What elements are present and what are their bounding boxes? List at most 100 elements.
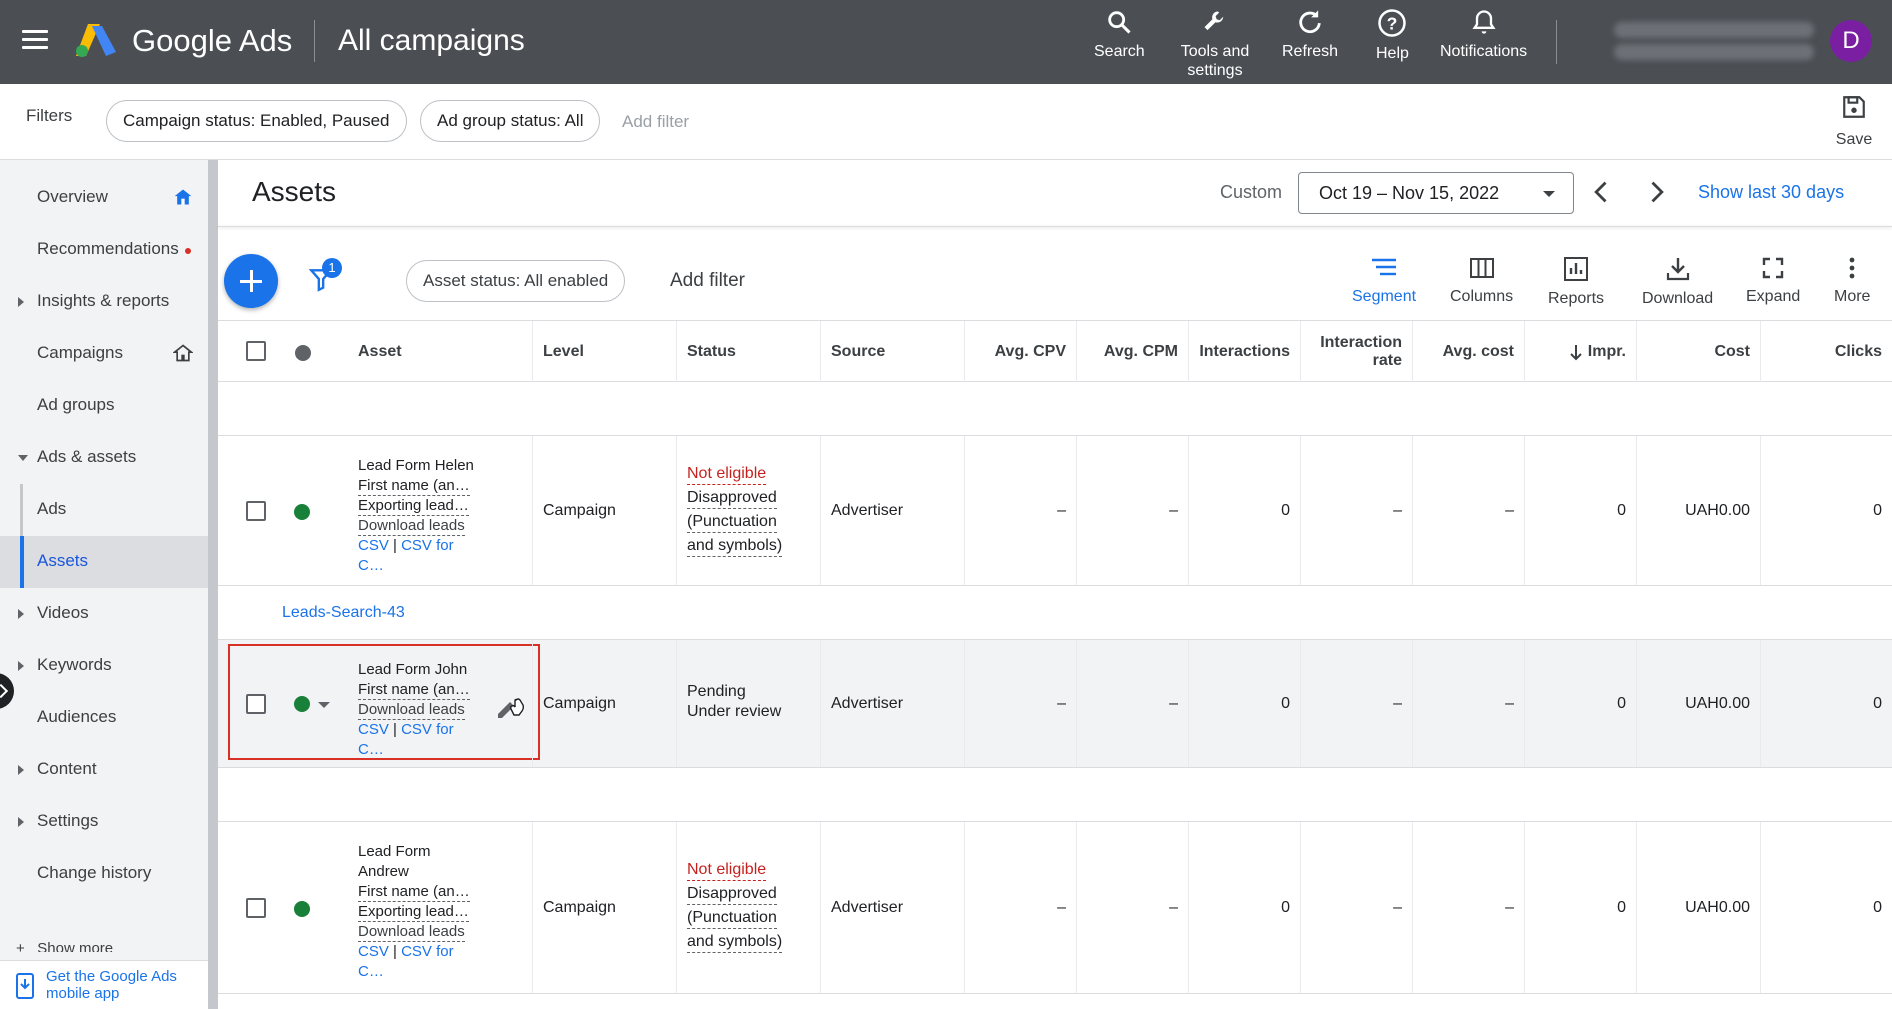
column-header-asset[interactable]: Asset bbox=[348, 321, 484, 383]
column-header-level[interactable]: Level bbox=[532, 321, 676, 383]
sidebar-item-ads[interactable]: Ads bbox=[0, 484, 208, 536]
clicks-cell: 0 bbox=[1760, 436, 1892, 585]
show-more-link[interactable]: + Show more bbox=[16, 940, 113, 952]
asset-status-filter-chip[interactable]: Asset status: All enabled bbox=[406, 260, 626, 302]
tools-and-settings-button[interactable]: Tools and settings bbox=[1178, 8, 1252, 80]
cost-cell: UAH0.00 bbox=[1636, 436, 1760, 585]
csv-link[interactable]: CSV bbox=[358, 721, 389, 738]
row-checkbox[interactable] bbox=[246, 694, 266, 714]
next-period-chevron-icon[interactable] bbox=[1642, 178, 1670, 206]
brand-divider bbox=[314, 20, 315, 62]
columns-button[interactable]: Columns bbox=[1450, 256, 1513, 306]
not-eligible-status[interactable]: Not eligible bbox=[687, 464, 767, 485]
add-filter-link[interactable]: Add filter bbox=[622, 112, 689, 132]
column-header-source[interactable]: Source bbox=[820, 321, 964, 383]
row-checkbox[interactable] bbox=[246, 501, 266, 521]
status-detail[interactable]: (Punctuation bbox=[687, 512, 777, 533]
notifications-label: Notifications bbox=[1440, 43, 1528, 60]
segment-label: Segment bbox=[1352, 288, 1417, 305]
account-section-title[interactable]: All campaigns bbox=[338, 22, 525, 60]
ad-group-status-filter-chip[interactable]: Ad group status: All bbox=[420, 100, 601, 142]
sidebar-item-label: Ads bbox=[37, 499, 67, 518]
sidebar-item-ads-assets[interactable]: Ads & assets bbox=[0, 432, 208, 484]
table-row[interactable]: Lead Form Andrew First name (an… Exporti… bbox=[218, 822, 1892, 994]
column-header-interaction-rate[interactable]: Interaction rate bbox=[1300, 321, 1412, 383]
sidebar-item-insights-reports[interactable]: Insights & reports bbox=[0, 276, 208, 328]
sidebar-item-ad-groups[interactable]: Ad groups bbox=[0, 380, 208, 432]
add-filter-button[interactable]: Add filter bbox=[670, 270, 745, 292]
impr-header-label: Impr. bbox=[1587, 343, 1626, 360]
table-row[interactable]: Lead Form John First name (an… Download … bbox=[218, 640, 1892, 768]
more-button[interactable]: More bbox=[1834, 256, 1870, 306]
table-toolbar: 1 Asset status: All enabled Add filter S… bbox=[218, 244, 1892, 320]
date-range-picker[interactable]: Oct 19 – Nov 15, 2022 bbox=[1298, 172, 1574, 214]
sidebar-item-audiences[interactable]: Audiences bbox=[0, 692, 208, 744]
download-leads-link[interactable]: Download leads bbox=[358, 701, 465, 720]
row-checkbox[interactable] bbox=[246, 898, 266, 918]
sidebar-item-keywords[interactable]: Keywords bbox=[0, 640, 208, 692]
asset-name: Lead Form Helen bbox=[358, 457, 474, 474]
sidebar-item-overview[interactable]: Overview bbox=[0, 172, 208, 224]
status-detail[interactable]: and symbols) bbox=[687, 932, 783, 953]
status-reason[interactable]: Disapproved bbox=[687, 884, 777, 905]
download-leads-link[interactable]: Download leads bbox=[358, 517, 465, 536]
status-detail[interactable]: (Punctuation bbox=[687, 908, 777, 929]
help-button[interactable]: ? Help bbox=[1376, 8, 1409, 63]
ad-group-link[interactable]: Leads-Search-43 bbox=[282, 604, 405, 622]
avg-cpv-cell: – bbox=[964, 436, 1076, 585]
column-header-impr[interactable]: Impr. bbox=[1524, 321, 1636, 383]
download-button[interactable]: Download bbox=[1642, 256, 1713, 308]
level-cell: Campaign bbox=[532, 640, 676, 767]
refresh-button[interactable]: Refresh bbox=[1282, 8, 1338, 61]
sidebar-item-videos[interactable]: Videos bbox=[0, 588, 208, 640]
column-header-avg-cost[interactable]: Avg. cost bbox=[1412, 321, 1524, 383]
sidebar-item-label: Ad groups bbox=[37, 395, 115, 414]
add-asset-button[interactable] bbox=[224, 254, 278, 308]
previous-period-chevron-icon[interactable] bbox=[1588, 178, 1616, 206]
save-button[interactable]: Save bbox=[1828, 94, 1880, 149]
sidebar-item-content[interactable]: Content bbox=[0, 744, 208, 796]
column-header-avg-cpv[interactable]: Avg. CPV bbox=[964, 321, 1076, 383]
status-detail[interactable]: and symbols) bbox=[687, 536, 783, 557]
not-eligible-status[interactable]: Not eligible bbox=[687, 860, 767, 881]
expand-button[interactable]: Expand bbox=[1746, 256, 1800, 306]
column-header-interactions[interactable]: Interactions bbox=[1188, 321, 1300, 383]
status-column-dot-icon[interactable] bbox=[295, 345, 311, 361]
date-range-value: Oct 19 – Nov 15, 2022 bbox=[1319, 183, 1500, 203]
download-icon bbox=[1666, 258, 1689, 281]
campaign-status-filter-chip[interactable]: Campaign status: Enabled, Paused bbox=[106, 100, 407, 142]
column-header-status[interactable]: Status bbox=[676, 321, 820, 383]
account-info-blurred[interactable] bbox=[1600, 20, 1814, 64]
download-leads-link[interactable]: Download leads bbox=[358, 923, 465, 942]
sidebar-item-change-history[interactable]: Change history bbox=[0, 848, 208, 900]
nav-scrollbar[interactable] bbox=[208, 160, 218, 1009]
main-menu-button[interactable] bbox=[22, 30, 48, 50]
show-last-30-days-link[interactable]: Show last 30 days bbox=[1698, 182, 1844, 203]
status-reason[interactable]: Disapproved bbox=[687, 488, 777, 509]
select-all-checkbox[interactable] bbox=[246, 341, 266, 361]
edit-pencil-icon[interactable] bbox=[496, 694, 526, 720]
avatar[interactable]: D bbox=[1830, 20, 1872, 62]
sidebar-item-campaigns[interactable]: Campaigns bbox=[0, 328, 208, 380]
sidebar-item-settings[interactable]: Settings bbox=[0, 796, 208, 848]
csv-link[interactable]: CSV bbox=[358, 943, 389, 960]
notifications-button[interactable]: Notifications bbox=[1440, 8, 1527, 61]
column-header-cost[interactable]: Cost bbox=[1636, 321, 1760, 383]
table-row[interactable]: Lead Form Helen First name (an… Exportin… bbox=[218, 436, 1892, 586]
help-icon: ? bbox=[1378, 9, 1407, 37]
column-header-clicks[interactable]: Clicks bbox=[1760, 321, 1892, 383]
avg-cpm-cell: – bbox=[1076, 822, 1188, 993]
dropdown-caret-icon bbox=[1543, 191, 1555, 197]
reports-button[interactable]: Reports bbox=[1548, 256, 1604, 308]
mobile-app-promo[interactable]: Get the Google Ads mobile app bbox=[0, 960, 208, 1009]
impr-cell: 0 bbox=[1524, 640, 1636, 767]
sidebar-item-assets[interactable]: Assets bbox=[0, 536, 208, 588]
sidebar-item-recommendations[interactable]: Recommendations bbox=[0, 224, 208, 276]
level-cell: Campaign bbox=[532, 436, 676, 585]
column-header-avg-cpm[interactable]: Avg. CPM bbox=[1076, 321, 1188, 383]
status-dropdown-caret-icon[interactable] bbox=[318, 702, 330, 708]
sidebar-item-label: Videos bbox=[37, 603, 89, 622]
csv-link[interactable]: CSV bbox=[358, 537, 389, 554]
search-button[interactable]: Search bbox=[1094, 8, 1145, 61]
segment-button[interactable]: Segment bbox=[1352, 256, 1416, 306]
